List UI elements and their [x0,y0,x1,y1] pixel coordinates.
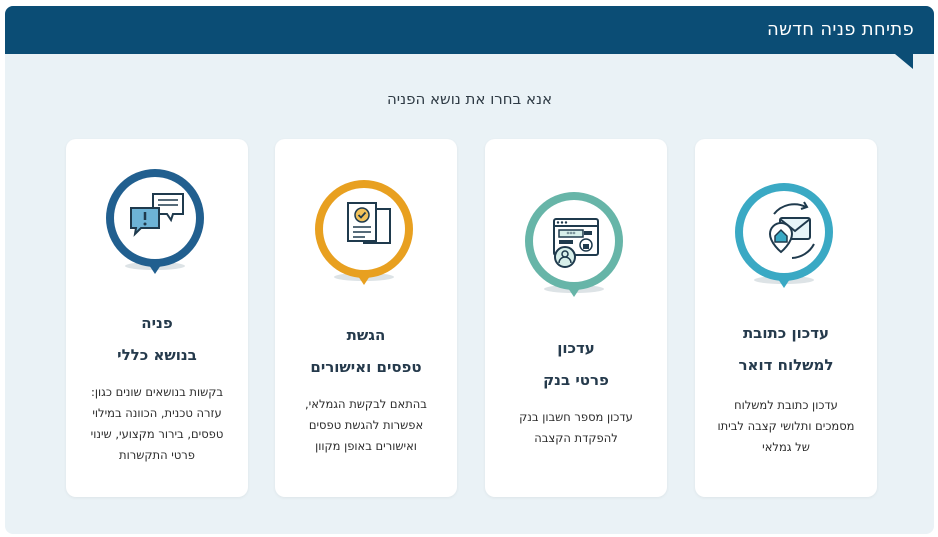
card-description: בהתאם לבקשת הגמלאי, אפשרות להגשת טפסים ו… [285,394,447,457]
title-line: עדכון [557,339,595,357]
mail-address-icon [730,180,838,290]
page-title: פתיחת פניה חדשה [767,19,914,40]
bank-form-icon: *** [520,189,628,299]
header-notch [895,54,913,69]
desc-line: עדכון מספר חשבון בנק [519,410,633,424]
card-forms-submission[interactable]: הגשת טפסים ואישורים בהתאם לבקשת הגמלאי, … [275,139,457,497]
title-line: פניה [141,314,173,332]
svg-text:***: *** [567,231,576,238]
card-description: בקשות בנושאים שונים כגון: עזרה טכנית, הכ… [76,382,238,466]
title-line: פרטי בנק [543,371,609,389]
card-description: עדכון כתובת למשלוח מסמכים ותלושי קצבה לב… [705,395,867,458]
card-description: עדכון מספר חשבון בנק להפקדת הקצבה [495,407,657,449]
desc-line: עדכון כתובת למשלוח [734,398,838,412]
title-line: עדכון כתובת [742,324,830,342]
card-title: הגשת טפסים ואישורים [275,319,457,383]
panel-header: פתיחת פניה חדשה [5,6,934,54]
new-request-panel: פתיחת פניה חדשה אנא בחרו את נושא הפניה ע… [5,6,934,534]
title-line: בנושא כללי [117,346,197,364]
title-line: למשלוח דואר [738,356,834,374]
desc-line: עזרה טכנית, הכוונה במילוי [92,406,222,420]
topic-prompt: אנא בחרו את נושא הפניה [386,90,553,108]
desc-line: מסמכים ותלושי קצבה לביתו [717,419,855,433]
desc-line: בהתאם לבקשת הגמלאי, [305,397,427,411]
chat-bubbles-icon [101,166,209,276]
desc-line: אפשרות להגשת טפסים [308,418,424,432]
desc-line: פרטי התקשרות [119,448,195,462]
card-title: פניה בנושא כללי [66,307,248,371]
title-line: טפסים ואישורים [310,358,422,376]
card-bank-details[interactable]: *** עדכון פרטי בנק עדכון מספר חשבון בנק … [485,139,667,497]
card-address-update[interactable]: עדכון כתובת למשלוח דואר עדכון כתובת למשל… [695,139,877,497]
desc-line: טפסים, בירור מקצועי, שינוי [90,427,224,441]
card-general-request[interactable]: פניה בנושא כללי בקשות בנושאים שונים כגון… [66,139,248,497]
card-title: עדכון כתובת למשלוח דואר [695,317,877,381]
card-title: עדכון פרטי בנק [485,332,667,396]
desc-line: של גמלאי [762,440,810,454]
title-line: הגשת [346,326,386,344]
desc-line: בקשות בנושאים שונים כגון: [90,385,224,399]
documents-check-icon [310,177,418,287]
desc-line: להפקדת הקצבה [534,431,618,445]
desc-line: ואישורים באופן מקוון [315,439,417,453]
